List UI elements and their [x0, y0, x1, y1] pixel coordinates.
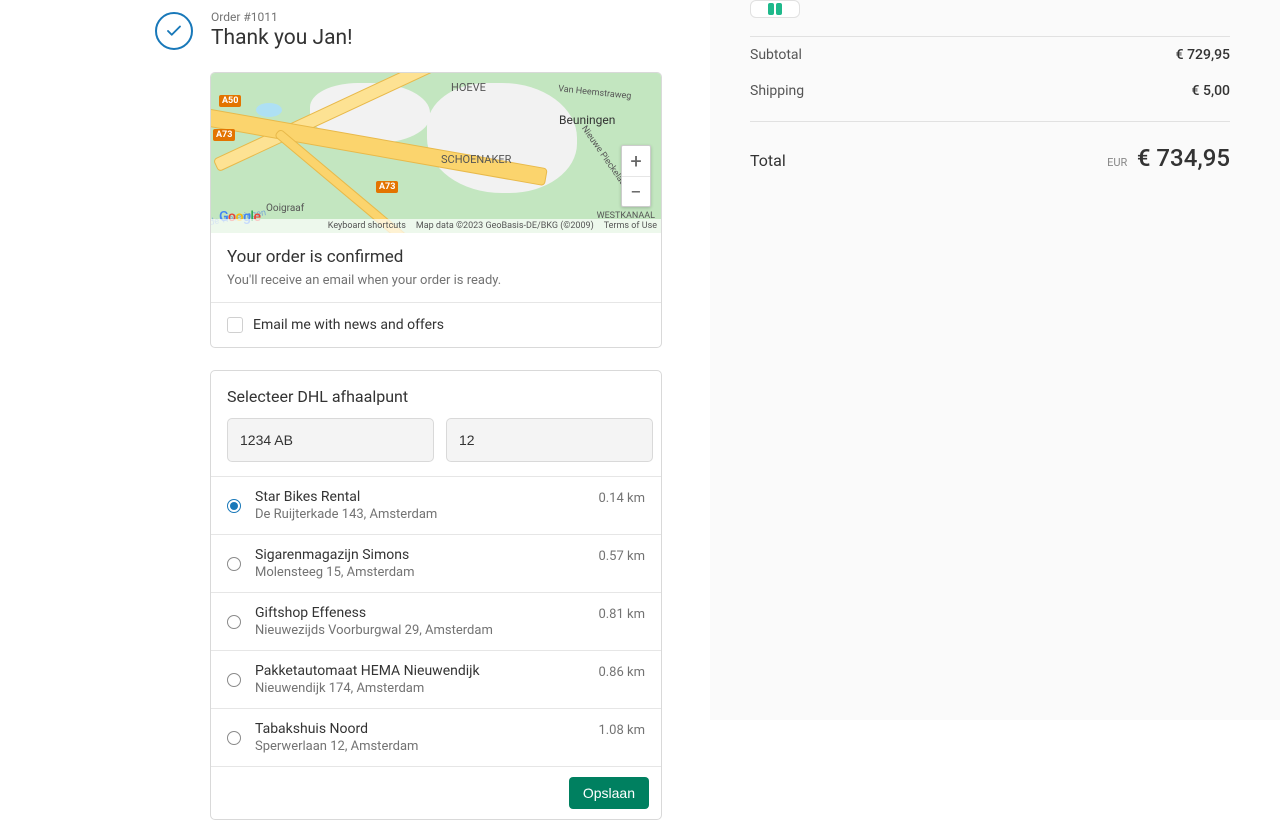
- pickup-radio[interactable]: [227, 731, 241, 745]
- save-button[interactable]: Opslaan: [569, 777, 649, 809]
- pickup-location-option[interactable]: Tabakshuis Noord Sperwerlaan 12, Amsterda…: [211, 708, 661, 766]
- pickup-location-distance: 0.57 km: [598, 549, 645, 564]
- house-number-input[interactable]: [446, 418, 653, 462]
- pickup-location-name: Pakketautomaat HEMA Nieuwendijk: [255, 663, 480, 679]
- confirmation-title: Your order is confirmed: [227, 247, 645, 267]
- map-widget[interactable]: HOEVE Beuningen SCHOENAKER Ooigraaf de W…: [211, 73, 661, 233]
- shipping-label: Shipping: [750, 83, 804, 99]
- pickup-location-option[interactable]: Giftshop Effeness Nieuwezijds Voorburgwal…: [211, 592, 661, 650]
- subtotal-label: Subtotal: [750, 47, 802, 63]
- map-zoom-in-button[interactable]: +: [622, 146, 650, 176]
- pickup-location-name: Sigarenmagazijn Simons: [255, 547, 415, 563]
- pickup-location-option[interactable]: Star Bikes Rental De Ruijterkade 143, Ams…: [211, 476, 661, 534]
- road-shield: A73: [213, 129, 235, 141]
- subtotal-value: € 729,95: [1176, 47, 1230, 63]
- order-number: Order #1011: [211, 10, 353, 24]
- newsletter-checkbox[interactable]: [227, 317, 243, 333]
- pickup-radio[interactable]: [227, 499, 241, 513]
- success-check-icon: [155, 12, 193, 50]
- map-data-attribution: Map data ©2023 GeoBasis-DE/BKG (©2009): [416, 221, 594, 231]
- pickup-point-card: Selecteer DHL afhaalpunt Star Bikes Rent…: [210, 370, 662, 820]
- pickup-radio[interactable]: [227, 557, 241, 571]
- pickup-location-name: Star Bikes Rental: [255, 489, 437, 505]
- pickup-location-distance: 1.08 km: [598, 723, 645, 738]
- product-thumbnail: [750, 0, 800, 18]
- pickup-location-distance: 0.14 km: [598, 491, 645, 506]
- pickup-location-address: De Ruijterkade 143, Amsterdam: [255, 507, 437, 522]
- order-confirmation-card: HOEVE Beuningen SCHOENAKER Ooigraaf de W…: [210, 72, 662, 348]
- pickup-location-option[interactable]: Pakketautomaat HEMA Nieuwendijk Nieuwendi…: [211, 650, 661, 708]
- pickup-radio[interactable]: [227, 673, 241, 687]
- pickup-location-name: Giftshop Effeness: [255, 605, 493, 621]
- map-zoom-out-button[interactable]: −: [622, 176, 650, 206]
- pickup-location-address: Nieuwendijk 174, Amsterdam: [255, 681, 480, 696]
- map-terms-link[interactable]: Terms of Use: [604, 221, 657, 231]
- total-label: Total: [750, 151, 786, 170]
- total-value: € 734,95: [1137, 144, 1230, 172]
- road-shield: A50: [219, 95, 241, 107]
- map-keyboard-shortcuts-link[interactable]: Keyboard shortcuts: [328, 221, 406, 231]
- map-label: Van Heemstraweg: [557, 84, 631, 102]
- pickup-title: Selecteer DHL afhaalpunt: [211, 371, 661, 418]
- confirmation-text: You'll receive an email when your order …: [227, 273, 645, 288]
- road-shield: A73: [376, 181, 398, 193]
- map-label: Ooigraaf: [266, 203, 304, 214]
- pickup-location-distance: 0.86 km: [598, 665, 645, 680]
- map-label: SCHOENAKER: [441, 153, 511, 166]
- newsletter-label: Email me with news and offers: [253, 317, 444, 333]
- postal-code-input[interactable]: [227, 418, 434, 462]
- thank-you-heading: Thank you Jan!: [211, 26, 353, 50]
- pickup-location-option[interactable]: Sigarenmagazijn Simons Molensteeg 15, Ams…: [211, 534, 661, 592]
- shipping-value: € 5,00: [1192, 83, 1230, 99]
- currency-label: EUR: [1107, 156, 1127, 169]
- pickup-location-distance: 0.81 km: [598, 607, 645, 622]
- map-label: HOEVE: [451, 81, 486, 94]
- pickup-radio[interactable]: [227, 615, 241, 629]
- pickup-location-address: Sperwerlaan 12, Amsterdam: [255, 739, 418, 754]
- pickup-location-address: Nieuwezijds Voorburgwal 29, Amsterdam: [255, 623, 493, 638]
- pickup-location-name: Tabakshuis Noord: [255, 721, 418, 737]
- pickup-location-address: Molensteeg 15, Amsterdam: [255, 565, 415, 580]
